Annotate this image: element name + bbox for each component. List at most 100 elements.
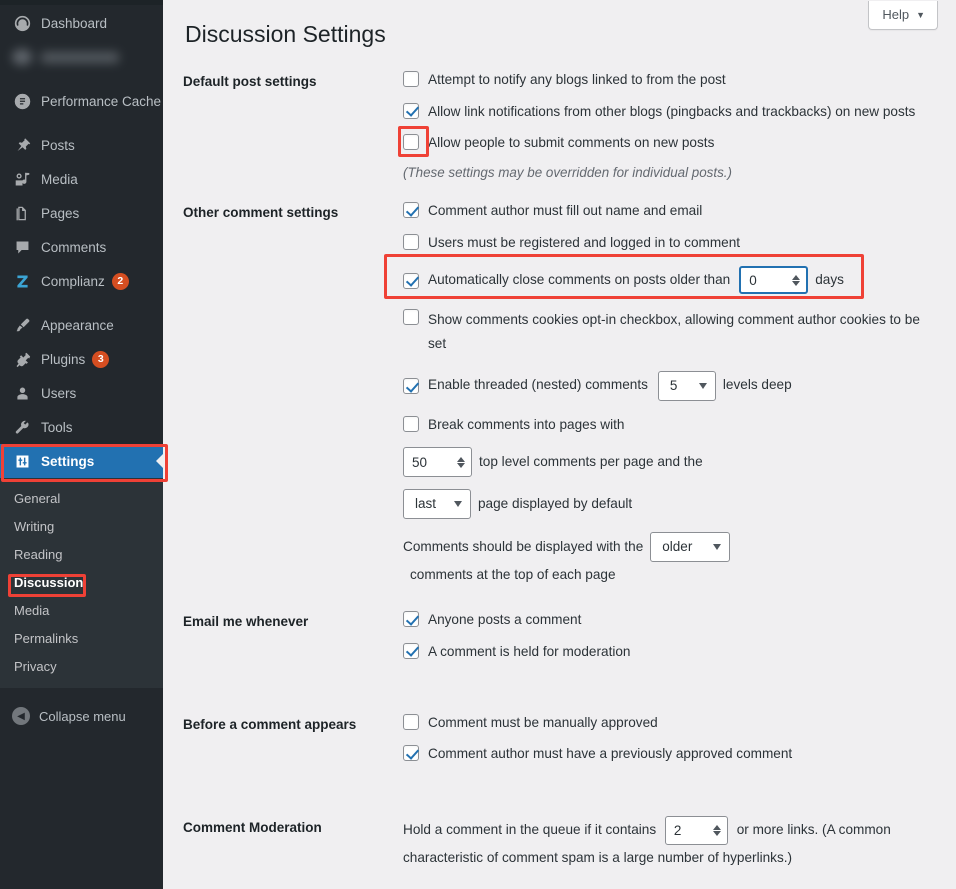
page-displayed-select[interactable]: last [403, 489, 471, 520]
sidebar-item-users[interactable]: Users [0, 376, 163, 410]
checkbox-allow-comments[interactable] [403, 134, 419, 151]
stepper-up-icon[interactable] [792, 274, 801, 280]
submenu-item-general[interactable]: General [0, 484, 163, 512]
checkbox-row-cookies-optin[interactable]: Show comments cookies opt-in checkbox, a… [403, 308, 938, 354]
checkbox-threaded-comments[interactable] [403, 378, 419, 395]
checkbox-previously-approved[interactable] [403, 745, 419, 762]
plug-icon [12, 349, 32, 369]
settings-submenu: General Writing Reading Discussion Media… [0, 478, 163, 688]
stepper-up-icon[interactable] [712, 824, 721, 830]
submenu-item-writing[interactable]: Writing [0, 512, 163, 540]
checkbox-registered-users[interactable] [403, 233, 419, 250]
complianz-icon [12, 271, 32, 291]
sidebar-badge-plugins: 3 [92, 350, 110, 368]
stepper-down-icon[interactable] [712, 830, 721, 836]
sidebar-item-tools[interactable]: Tools [0, 410, 163, 444]
wordpress-admin-screen: Dashboard Performance Cache Posts Media … [0, 0, 956, 889]
threaded-suffix: levels deep [722, 377, 792, 393]
moderation-words-text: When a comment contains any of these wor… [403, 882, 938, 889]
submenu-item-discussion[interactable]: Discussion [0, 568, 163, 596]
checkbox-row-link-notifications[interactable]: Allow link notifications from other blog… [403, 102, 938, 122]
comments-per-page-stepper[interactable] [454, 448, 471, 476]
user-icon [12, 383, 32, 403]
help-button[interactable]: Help ▼ [868, 1, 938, 30]
checkbox-name-email[interactable] [403, 202, 419, 218]
checkbox-row-notify-blogs[interactable]: Attempt to notify any blogs linked to fr… [403, 70, 938, 90]
checkbox-label: Anyone posts a comment [428, 612, 582, 628]
comments-per-page-input[interactable] [404, 448, 454, 477]
checkbox-row-registered-users[interactable]: Users must be registered and logged in t… [403, 233, 938, 253]
checkbox-link-notifications[interactable] [403, 102, 419, 119]
settings-icon [12, 451, 32, 471]
sidebar-item-label: Pages [41, 205, 80, 221]
brush-icon [12, 315, 32, 335]
checkbox-row-held-moderation[interactable]: A comment is held for moderation [403, 642, 938, 662]
checkbox-row-name-email[interactable]: Comment author must fill out name and em… [403, 201, 938, 221]
sidebar-item-media[interactable]: Media [0, 162, 163, 196]
stepper-down-icon[interactable] [457, 462, 465, 468]
sidebar-item-comments[interactable]: Comments [0, 230, 163, 264]
threaded-levels-select[interactable]: 5 [657, 370, 716, 401]
stepper-up-icon[interactable] [457, 456, 465, 462]
checkbox-auto-close-comments[interactable] [403, 272, 419, 289]
sidebar-item-posts[interactable]: Posts [0, 128, 163, 162]
checkbox-held-moderation[interactable] [403, 642, 419, 659]
moderation-links-input[interactable] [665, 816, 710, 844]
moderation-links-input-wrapper[interactable] [664, 815, 728, 845]
moderation-hold-prefix: Hold a comment in the queue if it contai… [403, 822, 657, 838]
row-page-displayed-default[interactable]: last page displayed by default [403, 489, 938, 520]
checkbox-manually-approved[interactable] [403, 713, 419, 730]
checkbox-row-break-pages[interactable]: Break comments into pages with [403, 415, 938, 435]
checkbox-row-anyone-posts[interactable]: Anyone posts a comment [403, 610, 938, 630]
collapse-menu-button[interactable]: ◀ Collapse menu [0, 701, 163, 731]
comment-order-select[interactable]: older [650, 532, 731, 563]
sidebar-item-pages[interactable]: Pages [0, 196, 163, 230]
checkbox-label: Allow link notifications from other blog… [428, 103, 916, 119]
sidebar-item-appearance[interactable]: Appearance [0, 308, 163, 342]
sidebar-item-dashboard[interactable]: Dashboard [0, 6, 163, 40]
submenu-item-privacy[interactable]: Privacy [0, 652, 163, 680]
section-other-comment-settings: Other comment settings Comment author mu… [183, 180, 938, 588]
row-threaded-comments[interactable]: Enable threaded (nested) comments 5 leve… [403, 370, 938, 401]
checkbox-break-pages[interactable] [403, 415, 419, 432]
comments-per-page-suffix: top level comments per page and the [479, 454, 703, 470]
checkbox-notify-blogs[interactable] [403, 70, 419, 87]
auto-close-days-input-wrapper[interactable] [739, 266, 809, 295]
checkbox-row-previously-approved[interactable]: Comment author must have a previously ap… [403, 744, 938, 764]
sidebar-separator [0, 118, 163, 128]
row-auto-close-comments[interactable]: Automatically close comments on posts ol… [384, 254, 938, 300]
section-before-comment-appears: Before a comment appears Comment must be… [183, 662, 938, 764]
sidebar-item-performance-cache[interactable]: Performance Cache [0, 84, 163, 118]
auto-close-days-stepper[interactable] [789, 268, 806, 292]
stepper-down-icon[interactable] [792, 280, 801, 286]
sidebar-item-redacted[interactable] [0, 40, 163, 74]
checkbox-row-manually-approved[interactable]: Comment must be manually approved [403, 713, 938, 733]
checkbox-anyone-posts[interactable] [403, 611, 419, 628]
sidebar-item-label: Tools [41, 419, 73, 435]
sidebar-item-label: Complianz [41, 273, 105, 289]
chevron-down-icon [698, 382, 707, 389]
moderation-links-stepper[interactable] [710, 817, 727, 844]
comments-per-page-input-wrapper[interactable] [403, 447, 472, 478]
sidebar-item-complianz[interactable]: Complianz 2 [0, 264, 163, 298]
submenu-item-reading[interactable]: Reading [0, 540, 163, 568]
sidebar-item-label: Comments [41, 239, 107, 255]
auto-close-suffix: days [815, 272, 844, 288]
row-comment-order[interactable]: Comments should be displayed with the ol… [403, 532, 923, 588]
threaded-label: Enable threaded (nested) comments [428, 377, 648, 393]
sidebar-item-plugins[interactable]: Plugins 3 [0, 342, 163, 376]
chevron-down-icon: ▼ [916, 9, 925, 20]
sidebar-separator [0, 298, 163, 308]
wrench-icon [12, 417, 32, 437]
section-label: Other comment settings [183, 205, 339, 220]
checkbox-label: Attempt to notify any blogs linked to fr… [428, 71, 726, 87]
checkbox-row-allow-comments[interactable]: Allow people to submit comments on new p… [398, 126, 938, 158]
row-comments-per-page[interactable]: top level comments per page and the [403, 447, 938, 478]
checkbox-cookies-optin[interactable] [403, 309, 419, 326]
auto-close-days-input[interactable] [741, 268, 790, 293]
sidebar-separator [0, 74, 163, 84]
submenu-item-permalinks[interactable]: Permalinks [0, 624, 163, 652]
collapse-arrow-icon: ◀ [12, 707, 30, 725]
sidebar-item-settings[interactable]: Settings [0, 444, 164, 478]
submenu-item-media[interactable]: Media [0, 596, 163, 624]
